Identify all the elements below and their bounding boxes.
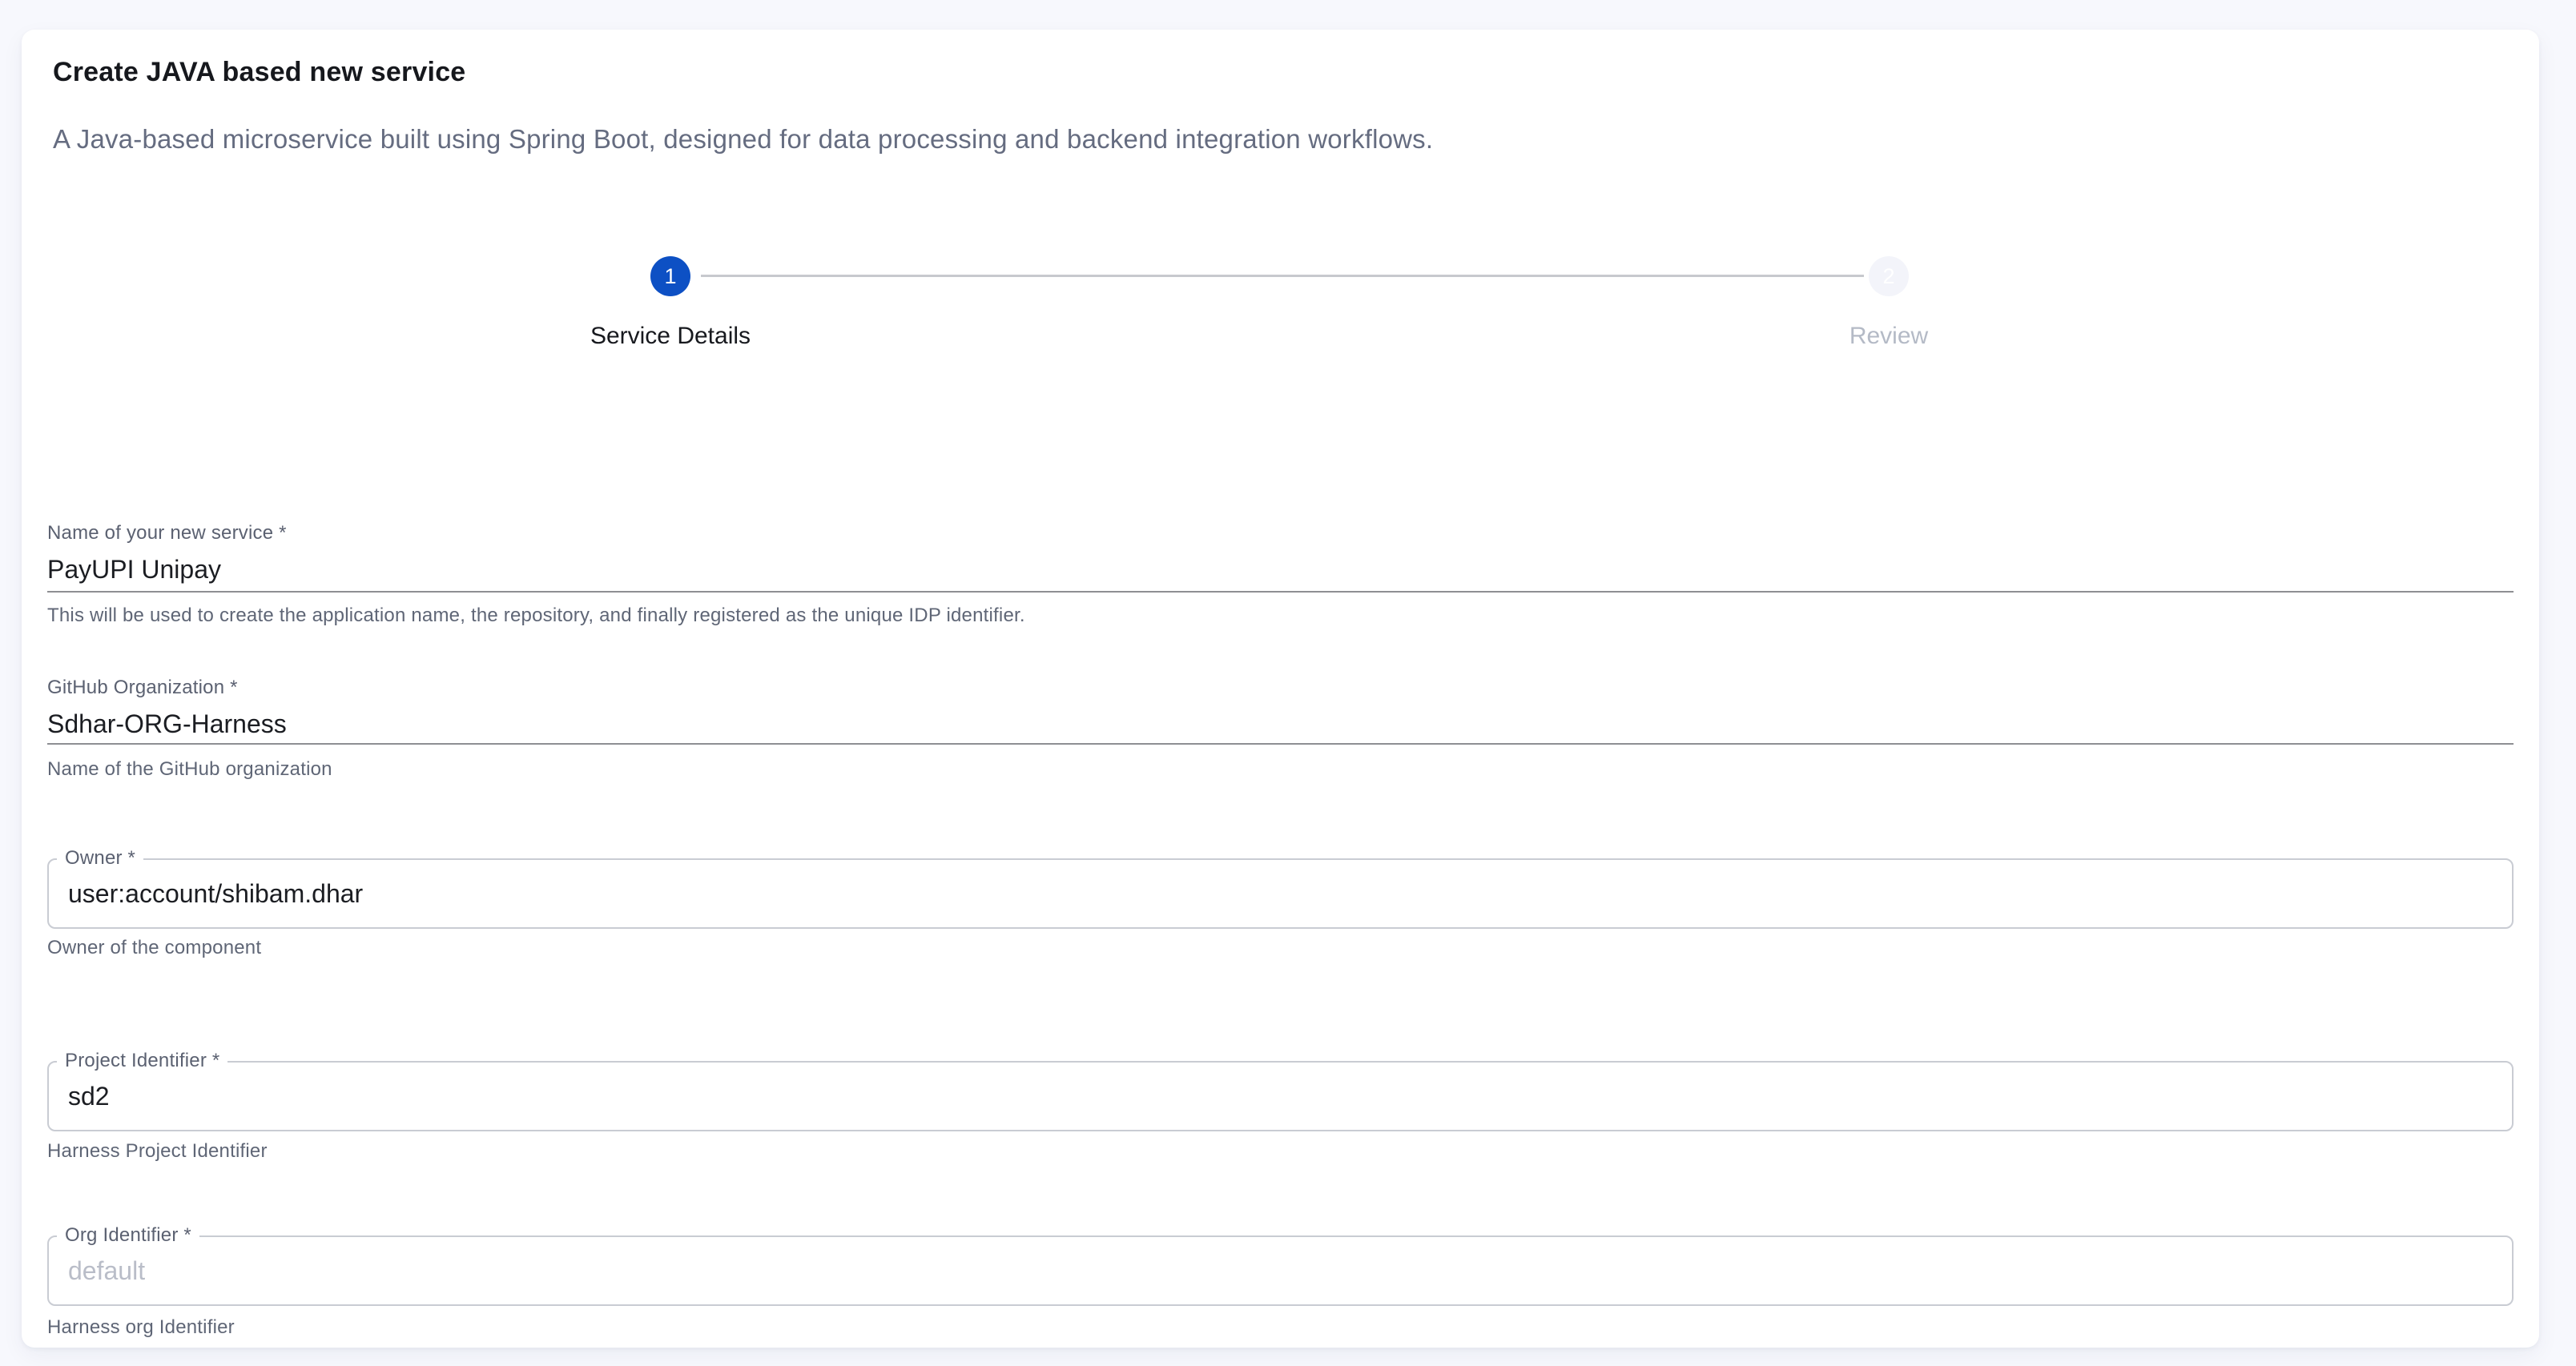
project-identifier-helper: Harness Project Identifier — [47, 1140, 2450, 1163]
step-2-label: Review — [1713, 323, 2065, 350]
org-identifier-field-box — [47, 1235, 2514, 1306]
owner-input[interactable] — [49, 860, 2512, 927]
owner-field-box — [47, 858, 2514, 929]
github-org-label: GitHub Organization * — [47, 677, 238, 699]
org-identifier-input[interactable] — [49, 1237, 2512, 1304]
org-identifier-helper: Harness org Identifier — [47, 1316, 2450, 1339]
stepper-connector — [701, 275, 1864, 277]
service-name-input[interactable] — [47, 552, 2514, 587]
page-title: Create JAVA based new service — [53, 57, 465, 88]
step-1-label: Service Details — [494, 323, 847, 350]
page-background: Create JAVA based new service A Java-bas… — [0, 0, 2576, 1366]
github-org-helper: Name of the GitHub organization — [47, 758, 2450, 781]
github-org-input[interactable] — [47, 706, 2514, 741]
project-identifier-label: Project Identifier * — [57, 1051, 227, 1071]
project-identifier-field-box — [47, 1061, 2514, 1131]
step-1-circle-icon[interactable]: 1 — [650, 256, 690, 296]
service-name-helper: This will be used to create the applicat… — [47, 605, 2450, 627]
service-name-label: Name of your new service * — [47, 522, 287, 544]
step-2-circle-icon[interactable]: 2 — [1869, 256, 1909, 296]
project-identifier-input[interactable] — [49, 1063, 2512, 1130]
service-name-underline — [47, 591, 2514, 593]
github-org-underline — [47, 743, 2514, 745]
org-identifier-label: Org Identifier * — [57, 1225, 199, 1246]
page-subtitle: A Java-based microservice built using Sp… — [53, 124, 1433, 155]
service-form-card: Create JAVA based new service A Java-bas… — [22, 30, 2539, 1348]
owner-label: Owner * — [57, 848, 143, 869]
owner-helper: Owner of the component — [47, 937, 2450, 959]
